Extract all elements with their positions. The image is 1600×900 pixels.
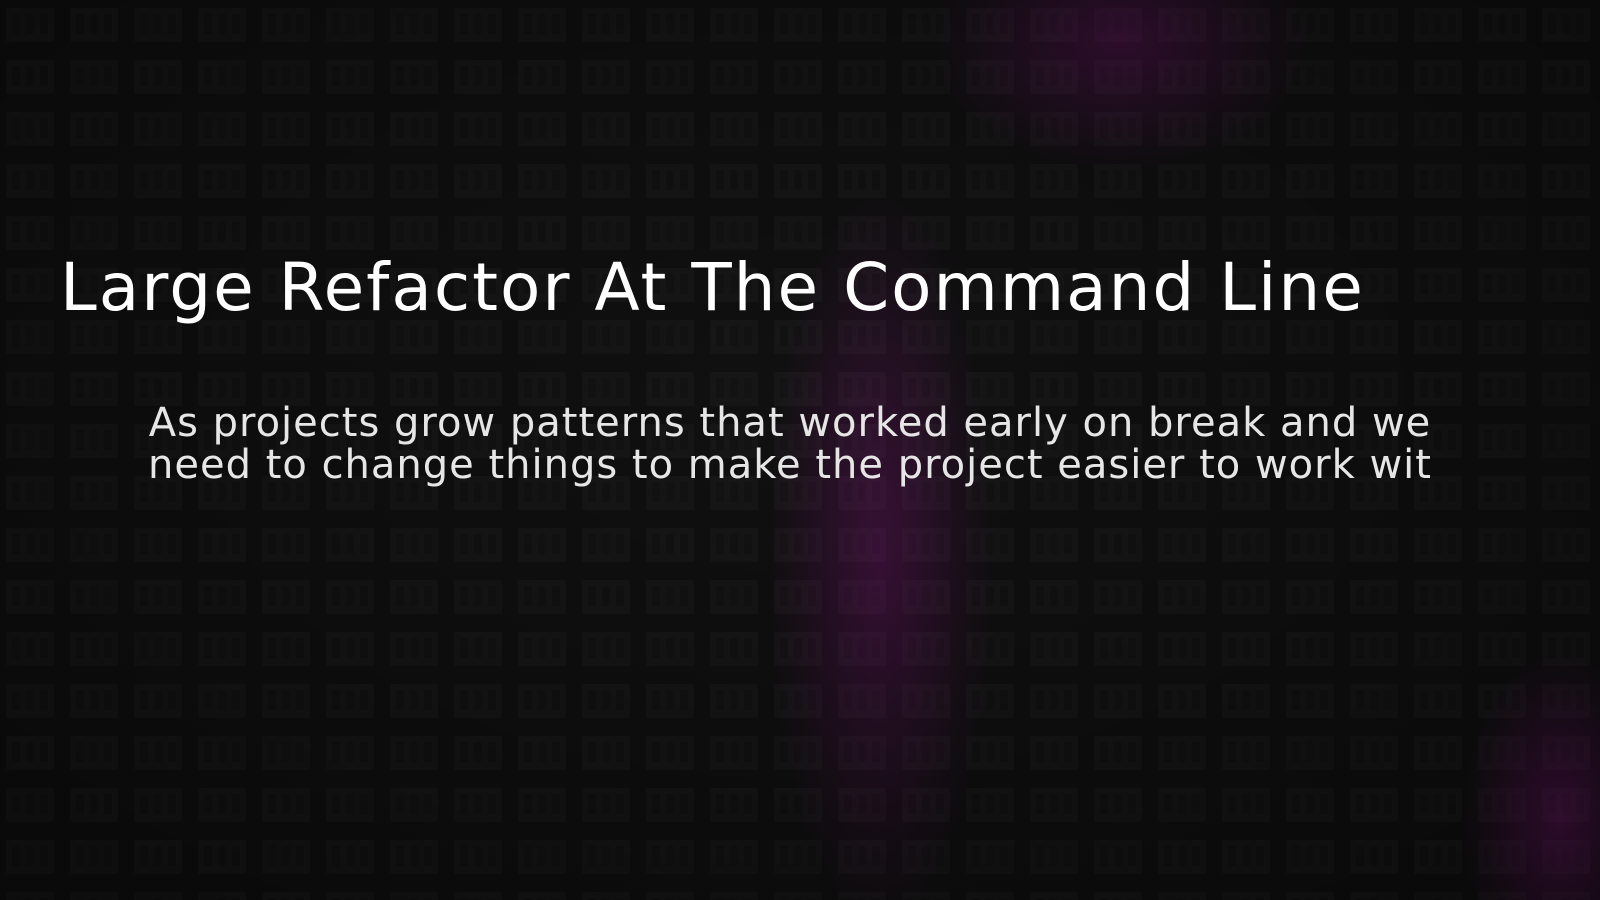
social-card: Large Refactor At The Command Line As pr…: [0, 0, 1600, 900]
page-title: Large Refactor At The Command Line: [60, 249, 1365, 326]
page-description: As projects grow patterns that worked ea…: [148, 400, 1432, 488]
